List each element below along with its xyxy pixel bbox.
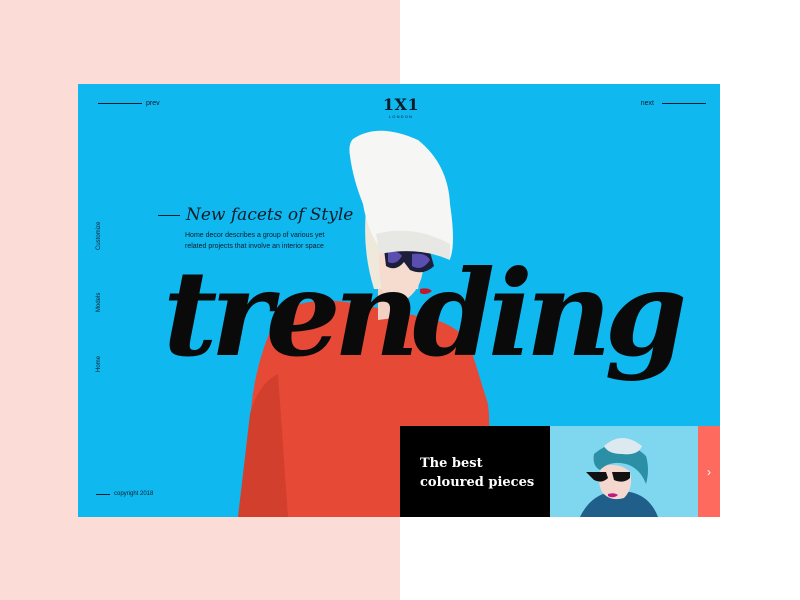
promo-text: The best coloured pieces — [420, 456, 535, 490]
chevron-right-icon: › — [707, 464, 711, 479]
copyright-line — [96, 493, 110, 495]
promo-next-button[interactable]: › — [698, 426, 720, 517]
hero-card: prev 1X1 LONDON next Customize Models Ho… — [78, 84, 720, 517]
prev-label: prev — [146, 100, 160, 107]
hero-headline: New facets of Style — [158, 205, 353, 225]
prev-link[interactable]: prev — [98, 100, 160, 107]
thumbnail-model-image — [580, 438, 658, 517]
brand-logo[interactable]: 1X1 LONDON — [373, 95, 429, 120]
side-nav-customize[interactable]: Customize — [96, 222, 102, 250]
hero-title: New facets of Style — [186, 205, 354, 225]
hero-big-word: trending — [163, 244, 687, 383]
headline-dash — [158, 214, 180, 216]
next-line — [662, 103, 706, 104]
next-label: next — [640, 100, 654, 107]
promo-thumbnail[interactable] — [550, 426, 698, 517]
copyright-text: copyright 2018 — [114, 491, 154, 497]
logo-mark: 1X1 — [382, 95, 420, 114]
side-nav-home[interactable]: Home — [96, 356, 102, 372]
copyright: copyright 2018 — [96, 491, 153, 497]
logo-subtitle: LONDON — [388, 114, 414, 119]
side-nav-models[interactable]: Models — [96, 293, 102, 312]
next-link[interactable]: next — [641, 100, 706, 107]
promo-box[interactable]: The best coloured pieces — [400, 426, 550, 517]
prev-line — [98, 103, 142, 104]
side-nav: Customize Models Home — [96, 214, 108, 374]
